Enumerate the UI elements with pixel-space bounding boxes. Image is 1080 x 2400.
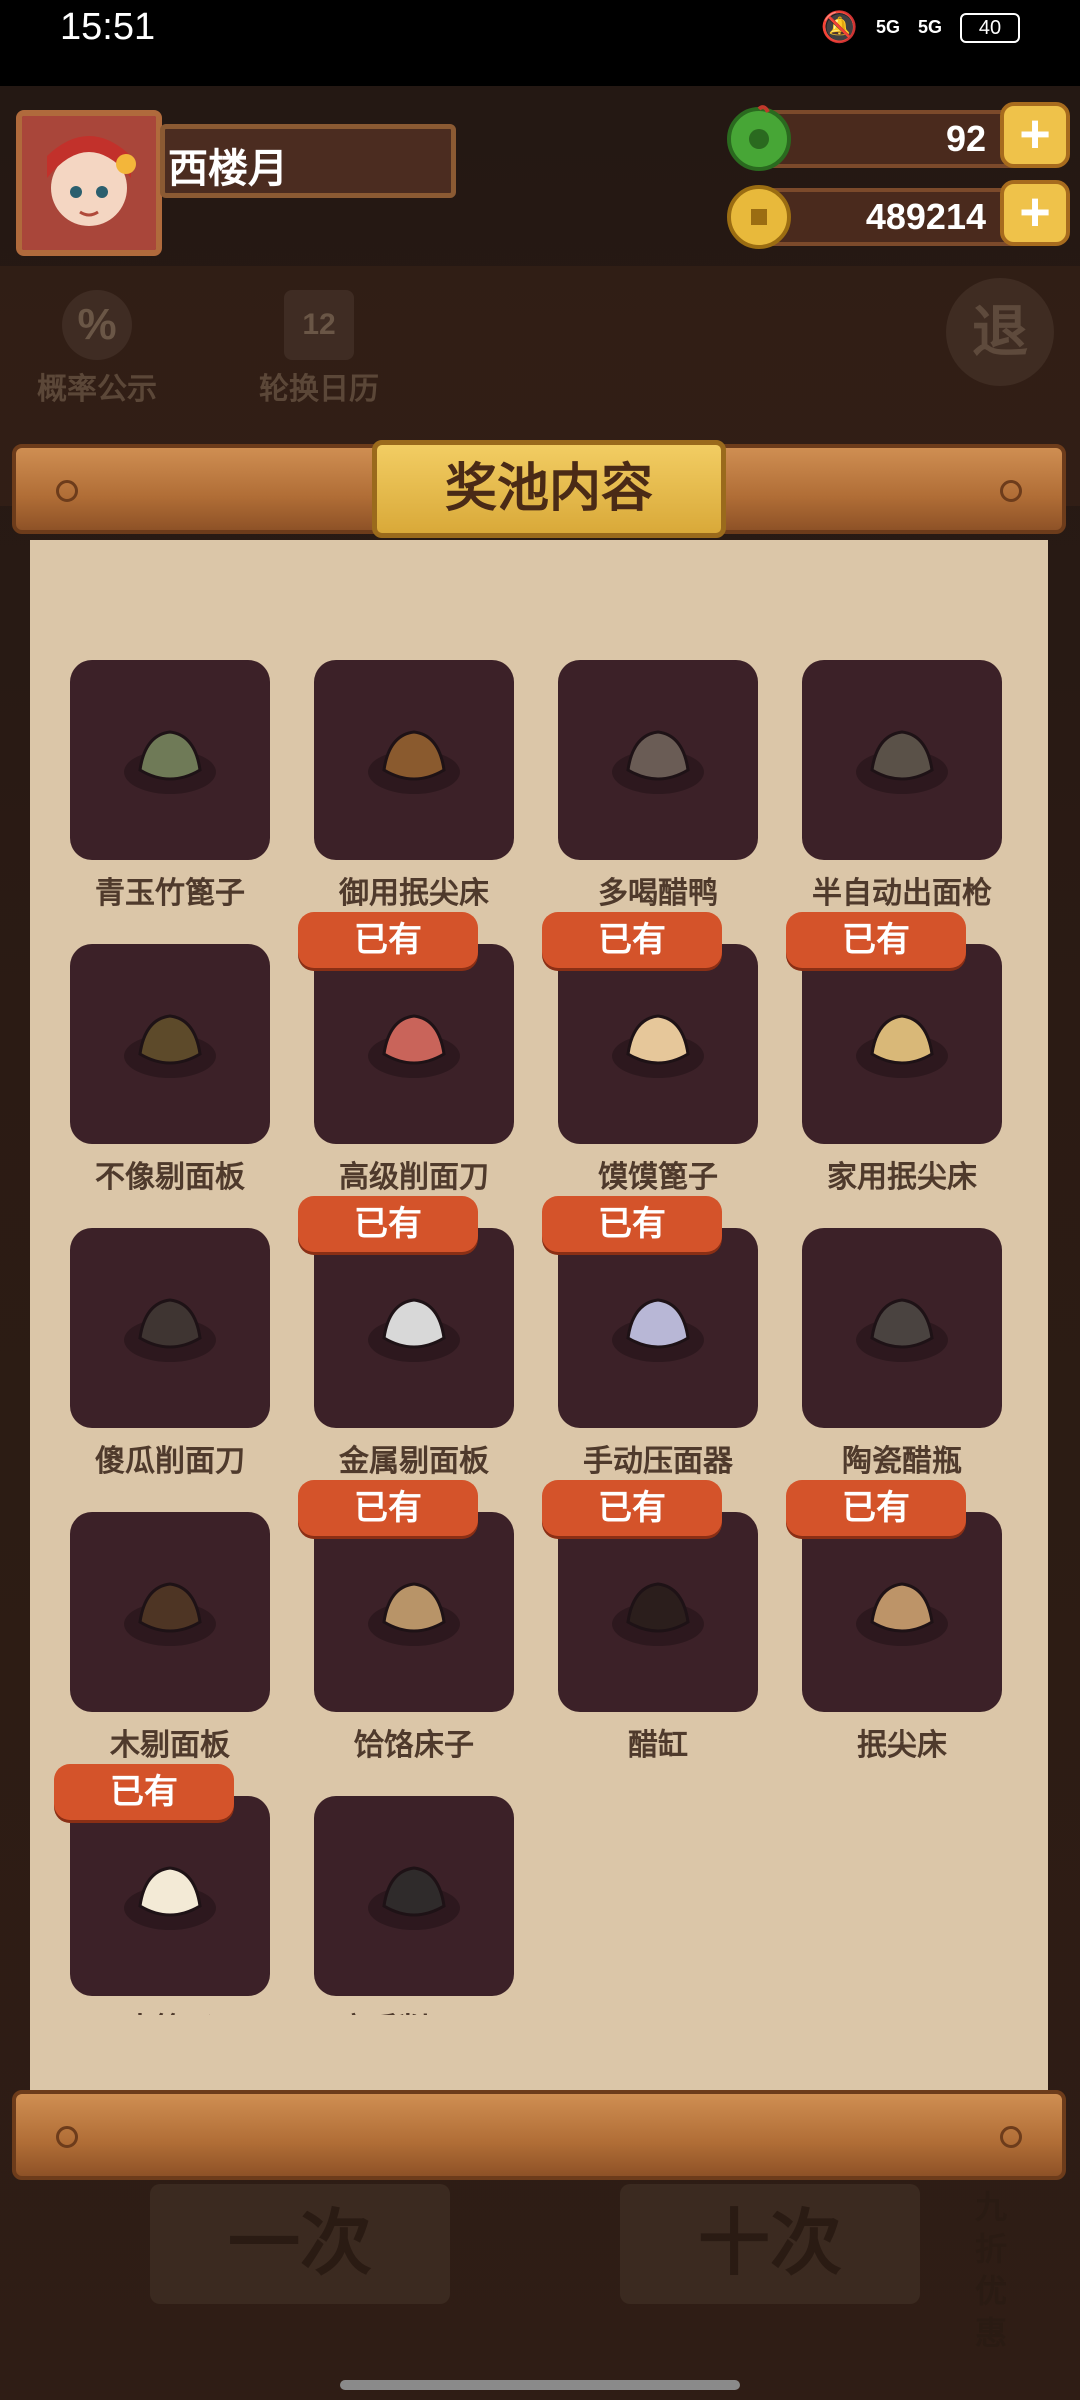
jade-amount: 92 — [945, 118, 986, 159]
prize-item-frame — [558, 1512, 758, 1712]
owned-badge: 已有 — [542, 912, 722, 968]
add-jade-button[interactable]: + — [1000, 102, 1070, 168]
home-indicator[interactable] — [340, 2380, 740, 2390]
discount-label: 九折优惠 — [974, 2189, 1007, 2351]
bottom-plank — [12, 2090, 1066, 2180]
prize-item-frame — [314, 1796, 514, 1996]
status-time: 15:51 — [60, 6, 156, 48]
exit-button[interactable]: 退 — [946, 278, 1054, 386]
prize-item-name: 醋缸 — [628, 1729, 688, 1762]
prize-item-frame — [70, 1228, 270, 1428]
royal-press-icon — [368, 730, 460, 794]
bun-steamer-icon — [612, 1014, 704, 1078]
coin-amount: 489214 — [865, 196, 986, 237]
prize-grid: 青玉竹篦子 御用抿尖床 多喝醋鸭 半自动出面枪 不像剔面板 已有 高级削面刀 已有 馍馍篦子 已有… — [40, 560, 1040, 2015]
prize-item-name: 金属剔面板 — [339, 1445, 489, 1478]
owned-badge: 已有 — [298, 912, 478, 968]
prize-item-name: 木篦子 — [50, 2004, 290, 2015]
wood-steamer-icon — [124, 1866, 216, 1930]
noodle-gun-icon — [856, 730, 948, 794]
nail-icon — [56, 2126, 78, 2148]
mute-bell-icon: 🔕 — [820, 11, 858, 44]
basic-knife-icon — [124, 1298, 216, 1362]
paddle-icon — [124, 1014, 216, 1078]
percent-icon: % — [62, 290, 132, 360]
player-avatar[interactable] — [16, 110, 162, 256]
calendar-button[interactable]: 12 轮换日历 — [244, 290, 394, 408]
vinegar-duck-icon — [612, 730, 704, 794]
jade-steamer-icon — [124, 730, 216, 794]
avatar-portrait-icon — [22, 116, 156, 250]
owned-badge: 已有 — [298, 1480, 478, 1536]
prize-item-name: 馍馍篦子 — [598, 1161, 718, 1194]
add-coins-button[interactable]: + — [1000, 180, 1070, 246]
vinegar-jar-icon — [612, 1582, 704, 1646]
prize-item-name: 木剔面板 — [110, 1729, 230, 1762]
prize-item-name: 高手削面刀 — [294, 2004, 534, 2015]
prize-item-frame — [558, 660, 758, 860]
owned-badge: 已有 — [54, 1764, 234, 1820]
prize-item-frame — [802, 1512, 1002, 1712]
owned-badge: 已有 — [542, 1480, 722, 1536]
prize-item-frame — [558, 944, 758, 1144]
wood-paddle-icon — [124, 1582, 216, 1646]
master-knife-icon — [368, 1866, 460, 1930]
prize-item-name: 傻瓜削面刀 — [95, 1445, 245, 1478]
prize-item-frame — [314, 660, 514, 860]
vinegar-bottle-icon — [856, 1298, 948, 1362]
prize-item-name: 抿尖床 — [857, 1729, 947, 1762]
nail-icon — [1000, 2126, 1022, 2148]
probability-label: 概率公示 — [37, 373, 157, 406]
coin-icon — [727, 185, 791, 249]
prize-item-frame — [70, 944, 270, 1144]
owned-badge: 已有 — [786, 912, 966, 968]
prize-item-frame — [70, 1796, 270, 1996]
ten-draw-button[interactable]: 十次 — [620, 2184, 920, 2304]
status-icons: 🔕 5G 5G 40 — [821, 10, 1020, 45]
nail-icon — [1000, 480, 1022, 502]
probability-button[interactable]: % 概率公示 — [22, 290, 172, 408]
prize-item-frame — [802, 660, 1002, 860]
calendar-icon: 12 — [284, 290, 354, 360]
prize-item-frame — [558, 1228, 758, 1428]
prize-item-frame — [314, 1512, 514, 1712]
prize-item-frame — [70, 1512, 270, 1712]
prize-item-frame — [314, 1228, 514, 1428]
prize-item-name: 御用抿尖床 — [339, 877, 489, 910]
modal-title: 奖池内容 — [372, 440, 726, 538]
prize-item-name: 青玉竹篦子 — [95, 877, 245, 910]
owned-badge: 已有 — [786, 1480, 966, 1536]
prize-item-name: 手动压面器 — [583, 1445, 733, 1478]
owned-badge: 已有 — [542, 1196, 722, 1252]
prize-item-name: 高级削面刀 — [339, 1161, 489, 1194]
owned-badge: 已有 — [298, 1196, 478, 1252]
jade-icon — [727, 105, 791, 171]
battery-icon: 40 — [960, 12, 1020, 43]
prize-item-name: 陶瓷醋瓶 — [842, 1445, 962, 1478]
prize-item-frame — [70, 660, 270, 860]
hele-press-icon — [368, 1582, 460, 1646]
nail-icon — [56, 480, 78, 502]
signal-icon: 5G — [875, 17, 900, 37]
player-name: 西楼月 — [168, 147, 288, 191]
signal-icon-2: 5G — [917, 17, 942, 37]
status-bar: 15:51 🔕 5G 5G 40 — [0, 0, 1080, 86]
prize-item-name: 家用抿尖床 — [827, 1161, 977, 1194]
prize-item-name: 不像剔面板 — [95, 1161, 245, 1194]
prize-item-name: 半自动出面枪 — [812, 877, 992, 910]
prize-item-frame — [802, 1228, 1002, 1428]
prize-item-name: 饸饹床子 — [354, 1729, 474, 1762]
single-draw-button[interactable]: 一次 — [150, 2184, 450, 2304]
prize-item-name: 多喝醋鸭 — [598, 877, 718, 910]
prize-item-frame — [314, 944, 514, 1144]
noodle-press-icon — [612, 1298, 704, 1362]
prize-item-frame — [802, 944, 1002, 1144]
metal-paddle-icon — [368, 1298, 460, 1362]
peeler-knife-icon — [368, 1014, 460, 1078]
home-press-icon — [856, 1014, 948, 1078]
press-icon — [856, 1582, 948, 1646]
calendar-label: 轮换日历 — [259, 373, 379, 406]
